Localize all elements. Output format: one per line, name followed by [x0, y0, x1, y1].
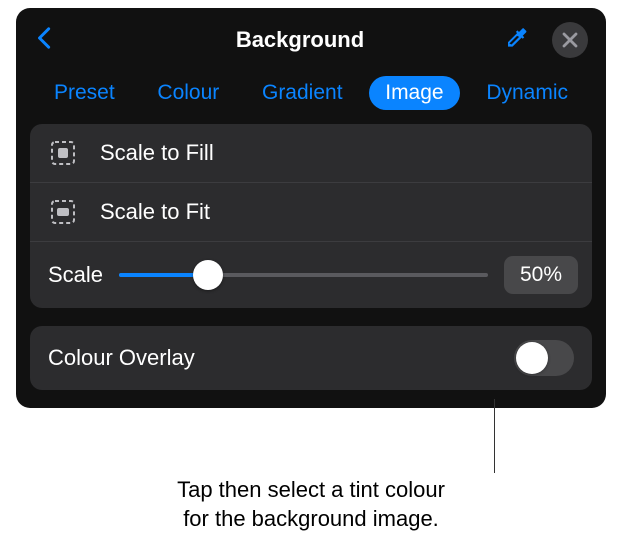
- tab-image[interactable]: Image: [369, 76, 459, 110]
- scale-slider[interactable]: [119, 273, 488, 277]
- scale-to-fit-row[interactable]: Scale to Fit: [30, 182, 592, 241]
- tab-preset[interactable]: Preset: [38, 76, 131, 110]
- callout-leader-line: [494, 399, 495, 473]
- eyedropper-button[interactable]: [504, 25, 530, 56]
- panel-title: Background: [96, 27, 504, 53]
- scale-fit-icon: [48, 197, 78, 227]
- panel-header: Background: [16, 8, 606, 70]
- close-button[interactable]: [552, 22, 588, 58]
- close-icon: [562, 32, 578, 48]
- background-panel: Background Preset Colour Gradient Image …: [16, 8, 606, 408]
- callout-line1: Tap then select a tint colour: [177, 477, 445, 502]
- tab-dynamic[interactable]: Dynamic: [470, 76, 584, 110]
- chevron-left-icon: [34, 24, 56, 52]
- header-actions: [504, 22, 588, 58]
- colour-overlay-label: Colour Overlay: [48, 345, 195, 371]
- slider-thumb[interactable]: [193, 260, 223, 290]
- callout-line2: for the background image.: [183, 506, 439, 531]
- colour-overlay-row: Colour Overlay: [30, 326, 592, 390]
- scale-to-fit-label: Scale to Fit: [100, 199, 210, 225]
- scale-slider-row: Scale 50%: [30, 241, 592, 308]
- callout-text: Tap then select a tint colour for the ba…: [0, 476, 622, 533]
- scale-to-fill-row[interactable]: Scale to Fill: [30, 124, 592, 182]
- scale-to-fill-label: Scale to Fill: [100, 140, 214, 166]
- scale-fill-icon: [48, 138, 78, 168]
- tab-gradient[interactable]: Gradient: [246, 76, 359, 110]
- scale-label: Scale: [48, 262, 103, 288]
- toggle-knob: [516, 342, 548, 374]
- tab-bar: Preset Colour Gradient Image Dynamic: [16, 70, 606, 124]
- colour-overlay-section: Colour Overlay: [30, 326, 592, 390]
- scale-value[interactable]: 50%: [504, 256, 578, 294]
- eyedropper-icon: [504, 25, 530, 51]
- image-options-section: Scale to Fill Scale to Fit Scale 50%: [30, 124, 592, 308]
- colour-overlay-toggle[interactable]: [514, 340, 574, 376]
- tab-colour[interactable]: Colour: [141, 76, 235, 110]
- back-button[interactable]: [34, 24, 56, 57]
